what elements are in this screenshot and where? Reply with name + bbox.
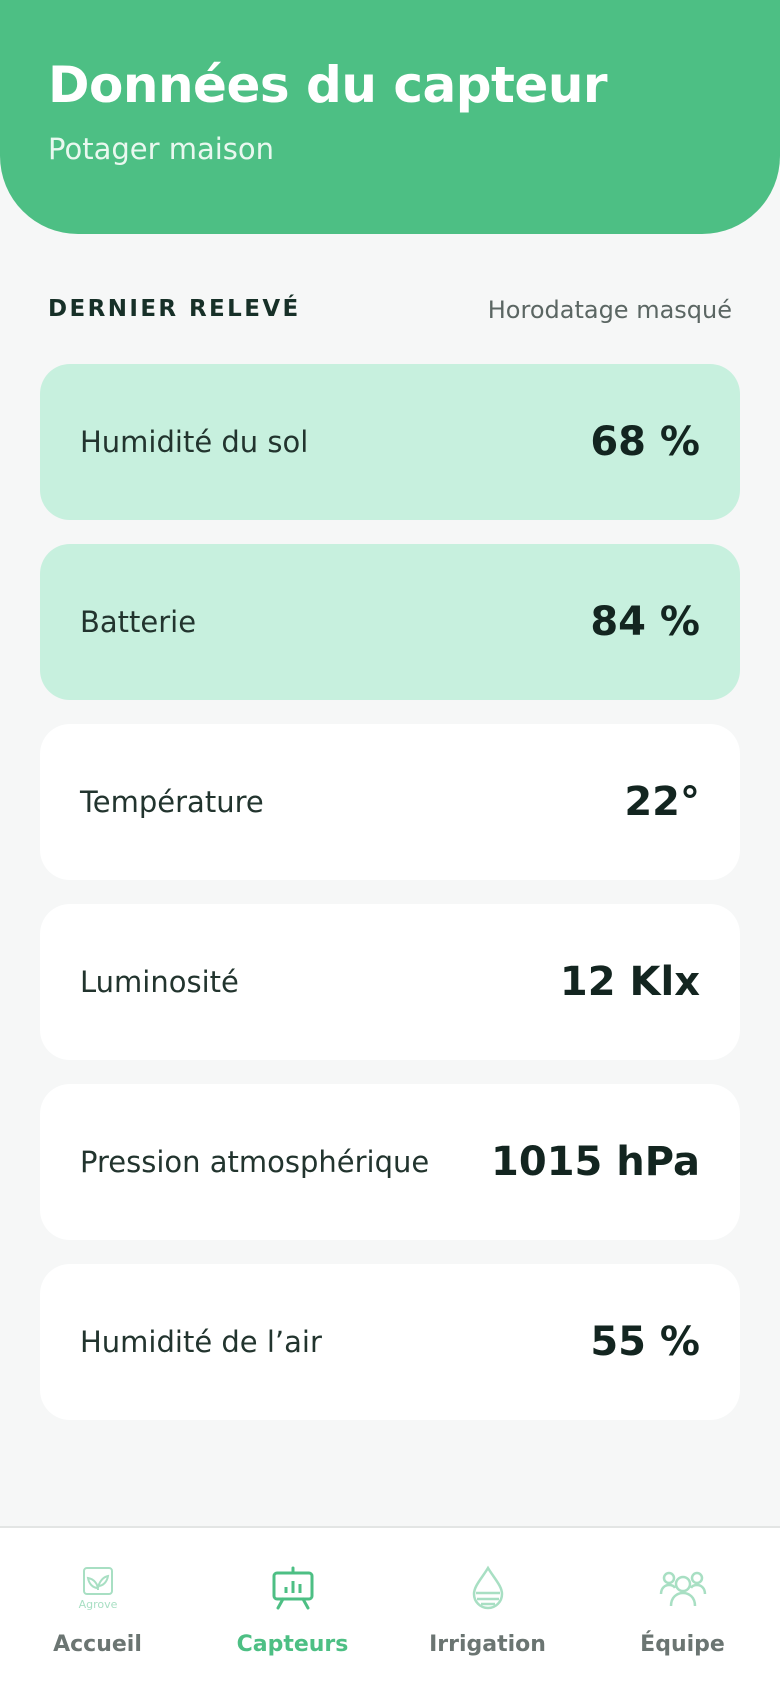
- timestamp-label: Horodatage masqué: [487, 296, 732, 324]
- reading-label: Pression atmosphérique: [80, 1145, 430, 1179]
- nav-label: Équipe: [640, 1632, 725, 1657]
- nav-item-capteurs[interactable]: Capteurs: [195, 1528, 390, 1690]
- reading-label: Humidité de l’air: [80, 1325, 322, 1359]
- reading-card-temperature[interactable]: Température 22°: [40, 724, 740, 880]
- nav-label: Capteurs: [236, 1632, 349, 1657]
- reading-value: 22°: [624, 779, 700, 825]
- reading-label: Batterie: [80, 605, 197, 639]
- reading-value: 12 Klx: [559, 959, 700, 1005]
- header: Données du capteur Potager maison: [0, 0, 780, 234]
- nav-item-accueil[interactable]: Agrove Accueil: [0, 1528, 195, 1690]
- garden-subtitle: Potager maison: [48, 132, 275, 166]
- readings-list: Humidité du sol 68 % Batterie 84 % Tempé…: [40, 364, 740, 1420]
- team-icon: [659, 1571, 706, 1607]
- reading-card-luminosity[interactable]: Luminosité 12 Klx: [40, 904, 740, 1060]
- nav-item-irrigation[interactable]: Irrigation: [390, 1528, 585, 1690]
- reading-card-battery[interactable]: Batterie 84 %: [40, 544, 740, 700]
- reading-card-air-humidity[interactable]: Humidité de l’air 55 %: [40, 1264, 740, 1420]
- nav-label: Accueil: [53, 1632, 142, 1657]
- reading-label: Température: [80, 785, 264, 819]
- reading-label: Luminosité: [80, 965, 239, 999]
- section-label: DERNIER RELEVÉ: [48, 296, 301, 322]
- reading-value: 68 %: [590, 419, 700, 465]
- water-drop-icon: [472, 1565, 503, 1610]
- reading-value: 55 %: [590, 1319, 700, 1365]
- reading-value: 1015 hPa: [491, 1139, 700, 1185]
- nav-label: Irrigation: [429, 1632, 546, 1657]
- plant-card-icon: Agrove: [78, 1567, 117, 1611]
- reading-value: 84 %: [590, 599, 700, 645]
- bottom-nav: Agrove Accueil Capteurs Irrigation Équip…: [0, 1526, 780, 1690]
- reading-card-soil-humidity[interactable]: Humidité du sol 68 %: [40, 364, 740, 520]
- reading-label: Humidité du sol: [80, 425, 309, 459]
- nav-item-equipe[interactable]: Équipe: [585, 1528, 780, 1690]
- chart-board-icon: [272, 1566, 313, 1610]
- page-title: Données du capteur: [48, 56, 608, 114]
- logo-text: Agrove: [78, 1598, 117, 1611]
- reading-card-pressure[interactable]: Pression atmosphérique 1015 hPa: [40, 1084, 740, 1240]
